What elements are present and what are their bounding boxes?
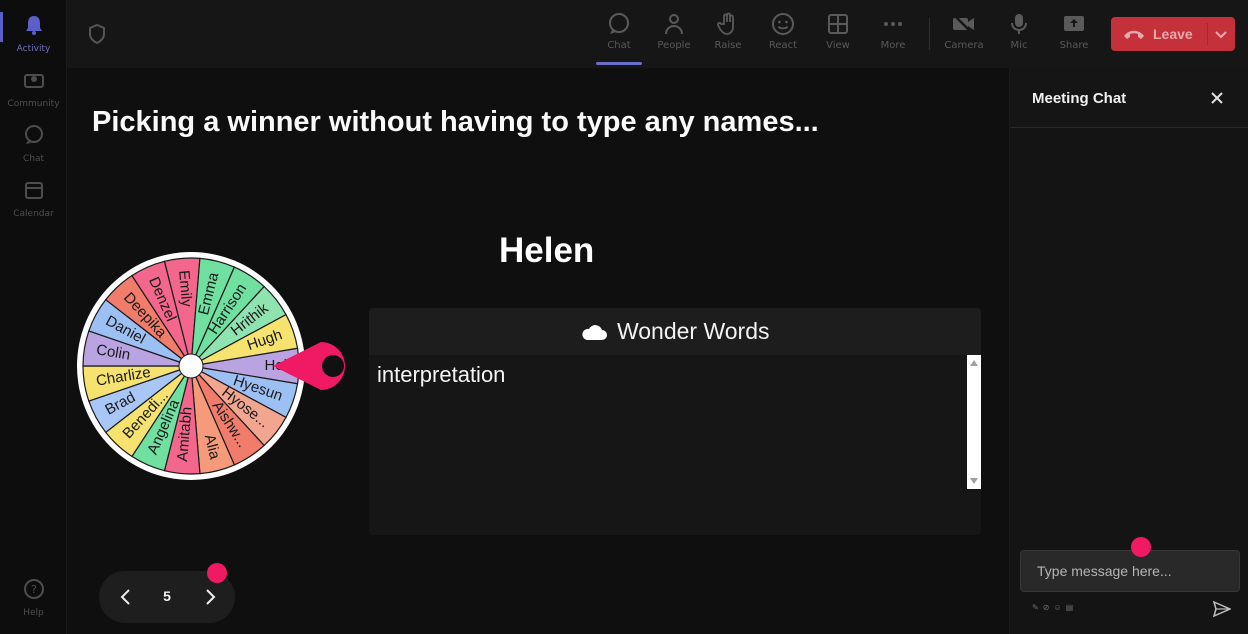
page-number: 5 (163, 588, 171, 604)
pointer-dot (1131, 537, 1151, 557)
toolbar-chat-button[interactable]: Chat (594, 10, 644, 62)
smile-icon (772, 13, 794, 35)
mic-icon (1011, 14, 1027, 34)
leave-button[interactable]: Leave (1111, 17, 1235, 51)
rail-item-chat[interactable]: Chat (0, 116, 67, 170)
hand-icon (717, 12, 734, 35)
wheel-pointer-hole (322, 355, 344, 377)
rail-label: Calendar (13, 209, 54, 219)
wonder-words-title: Wonder Words (616, 318, 770, 344)
shield-icon[interactable] (88, 24, 106, 44)
leave-separator (1207, 23, 1208, 45)
winner-name: Helen (499, 231, 595, 270)
toolbar-label: Raise (714, 40, 742, 51)
grid-icon (828, 14, 848, 34)
slide-title: Picking a winner without having to type … (92, 106, 819, 138)
wonder-words-header: Wonder Words (369, 308, 981, 355)
pointer-dot (207, 563, 227, 583)
gif-icon[interactable]: ▤ (1066, 603, 1078, 612)
send-icon[interactable] (1213, 600, 1231, 618)
wheel-name-label: Emily (175, 270, 195, 308)
toolbar-label: More (880, 40, 906, 51)
meeting-toolbar: Chat People Raise React View More Camera… (67, 0, 1248, 68)
toolbar-camera-button[interactable]: Camera (939, 10, 989, 62)
wonder-words-panel: Wonder Words interpretation (369, 308, 981, 535)
format-icon[interactable]: ✎ (1032, 603, 1043, 612)
attach-icon[interactable]: ⊘ (1043, 603, 1054, 612)
hang-up-icon (1124, 30, 1144, 39)
share-icon (1064, 16, 1084, 31)
chevron-left-icon[interactable] (116, 587, 136, 607)
toolbar-label: View (826, 40, 850, 51)
toolbar-people-button[interactable]: People (649, 10, 699, 62)
cloud-icon (581, 324, 607, 340)
rail-label: Help (23, 608, 44, 618)
chevron-down-icon[interactable] (1213, 26, 1229, 42)
wheel-graphic: HelHyesunHyose...Aishw...AliaAmitabhAnge… (77, 252, 345, 480)
toolbar-label: Chat (607, 40, 631, 51)
name-wheel[interactable]: HelHyesunHyose...Aishw...AliaAmitabhAnge… (75, 248, 365, 488)
rail-label: Chat (22, 154, 45, 164)
rail-label: Community (7, 99, 60, 109)
toolbar-raise-button[interactable]: Raise (703, 10, 753, 62)
chevron-right-icon[interactable] (200, 587, 220, 607)
toolbar-share-button[interactable]: Share (1049, 10, 1099, 62)
toolbar-divider (929, 18, 930, 50)
shared-stage: Picking a winner without having to type … (67, 68, 1009, 634)
app-rail: Activity Community Chat Calendar ? Help (0, 0, 67, 634)
chat-header: Meeting Chat (1010, 68, 1248, 128)
toolbar-label: Camera (944, 40, 984, 51)
rail-item-community[interactable]: Community (0, 61, 67, 115)
close-icon[interactable] (1209, 90, 1225, 106)
toolbar-label: Mic (1010, 40, 1028, 51)
chat-format-tools: ✎⊘☺▤ (1032, 603, 1077, 612)
chat-icon (609, 13, 629, 34)
active-tab-indicator (596, 62, 642, 65)
toolbar-label: Share (1059, 40, 1089, 51)
toolbar-label: People (657, 40, 691, 51)
bell-icon (25, 16, 42, 35)
wonder-words-text[interactable]: interpretation (377, 362, 957, 488)
svg-text:?: ? (31, 583, 37, 596)
chat-message-input[interactable] (1020, 550, 1240, 592)
toolbar-react-button[interactable]: React (758, 10, 808, 62)
people-icon (665, 14, 683, 35)
calendar-icon (24, 182, 43, 199)
rail-label: Activity (16, 44, 51, 54)
community-icon (23, 74, 44, 88)
help-icon: ? (23, 579, 44, 599)
rail-item-calendar[interactable]: Calendar (0, 171, 67, 225)
toolbar-label: React (768, 40, 798, 51)
more-icon (884, 22, 902, 26)
toolbar-mic-button[interactable]: Mic (994, 10, 1044, 62)
wonder-words-scrollbar[interactable] (967, 355, 981, 489)
toolbar-more-button[interactable]: More (868, 10, 918, 62)
leave-label: Leave (1153, 26, 1193, 42)
chat-icon (24, 125, 43, 144)
scroll-up-arrow[interactable] (970, 360, 978, 366)
wheel-hub (178, 353, 204, 379)
scroll-down-arrow[interactable] (970, 478, 978, 484)
emoji-icon[interactable]: ☺ (1053, 603, 1065, 612)
rail-item-help[interactable]: ? Help (0, 570, 67, 624)
chat-title: Meeting Chat (1032, 90, 1127, 107)
toolbar-view-button[interactable]: View (813, 10, 863, 62)
rail-item-activity[interactable]: Activity (0, 6, 67, 60)
camera-off-icon (953, 14, 974, 34)
meeting-chat-panel: Meeting Chat ✎⊘☺▤ (1009, 68, 1248, 634)
